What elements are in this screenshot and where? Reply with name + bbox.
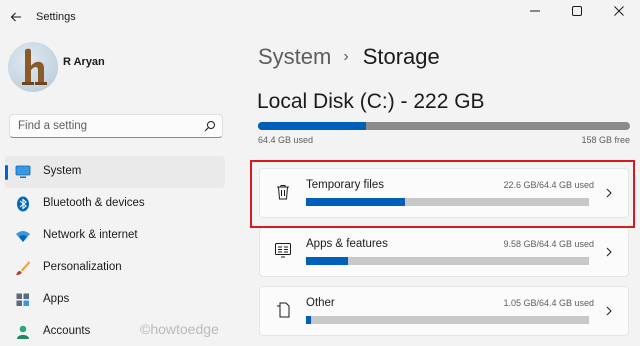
category-usage-fill — [306, 257, 349, 265]
bluetooth-icon — [15, 196, 31, 212]
minimize-button[interactable] — [514, 0, 556, 22]
category-temporary-files[interactable]: Temporary files 22.6 GB/64.4 GB used — [259, 168, 629, 218]
category-usage-fill — [306, 316, 311, 324]
active-indicator — [5, 165, 8, 180]
back-button[interactable] — [6, 7, 26, 27]
page-title: Storage — [362, 44, 440, 69]
category-apps-features[interactable]: Apps & features 9.58 GB/64.4 GB used — [259, 227, 629, 277]
chevron-right-icon — [602, 186, 616, 200]
disk-title: Local Disk (C:) - 222 GB — [257, 90, 485, 113]
category-usage-value: 22.6 GB/64.4 GB used — [503, 180, 594, 190]
maximize-button[interactable] — [556, 0, 598, 22]
sidebar-item-label: Personalization — [43, 261, 122, 273]
sidebar-item-label: Accounts — [43, 325, 91, 337]
profile-name: R Aryan — [63, 56, 105, 68]
avatar-letter-icon — [22, 48, 47, 85]
title-bar: Settings — [0, 0, 640, 34]
minimize-icon — [530, 10, 540, 12]
search-icon[interactable] — [204, 120, 216, 132]
sidebar-item-network[interactable]: Network & internet — [5, 220, 225, 252]
file-icon — [274, 301, 292, 319]
category-title: Temporary files — [306, 179, 384, 191]
person-icon — [15, 324, 31, 340]
sidebar-item-label: Apps — [43, 293, 70, 305]
disk-free-label: 158 GB free — [581, 135, 630, 145]
disk-usage-fill — [258, 122, 366, 130]
sidebar-item-label: Bluetooth & devices — [43, 197, 145, 209]
close-button[interactable] — [598, 0, 640, 22]
chevron-right-icon — [602, 245, 616, 259]
category-other[interactable]: Other 1.05 GB/64.4 GB used — [259, 286, 629, 336]
disk-used-label: 64.4 GB used — [258, 135, 314, 145]
category-usage-value: 1.05 GB/64.4 GB used — [503, 298, 594, 308]
search-placeholder: Find a setting — [18, 120, 88, 132]
category-title: Other — [306, 297, 335, 309]
trash-icon — [274, 183, 292, 201]
category-usage-bar — [306, 198, 589, 206]
sidebar-item-label: Network & internet — [43, 229, 138, 241]
search-input[interactable]: Find a setting — [9, 114, 223, 138]
chevron-right-icon — [602, 304, 616, 318]
sidebar-nav: System Bluetooth & devices Network & int… — [5, 156, 225, 346]
watermark: ©howtoedge — [140, 321, 219, 337]
category-title: Apps & features — [306, 238, 388, 250]
window-controls — [514, 0, 640, 22]
apps-features-icon — [274, 242, 292, 260]
sidebar-item-personalization[interactable]: Personalization — [5, 252, 225, 284]
apps-icon — [15, 292, 31, 308]
category-usage-bar — [306, 257, 589, 265]
wifi-icon — [15, 228, 31, 244]
brush-icon — [15, 260, 31, 276]
category-usage-bar — [306, 316, 589, 324]
breadcrumb-parent[interactable]: System — [258, 44, 331, 70]
avatar — [8, 42, 58, 92]
sidebar-item-system[interactable]: System — [5, 156, 225, 188]
category-usage-fill — [306, 198, 406, 206]
breadcrumb-separator: › — [343, 48, 349, 65]
close-icon — [614, 6, 624, 16]
maximize-icon — [572, 6, 582, 16]
breadcrumb: System › Storage — [258, 44, 440, 70]
sidebar-item-apps[interactable]: Apps — [5, 284, 225, 316]
arrow-left-icon — [10, 12, 21, 22]
app-title: Settings — [36, 11, 76, 23]
sidebar-item-bluetooth[interactable]: Bluetooth & devices — [5, 188, 225, 220]
category-usage-value: 9.58 GB/64.4 GB used — [503, 239, 594, 249]
monitor-icon — [15, 164, 31, 180]
sidebar-item-label: System — [43, 165, 82, 177]
disk-usage-bar — [258, 122, 630, 130]
